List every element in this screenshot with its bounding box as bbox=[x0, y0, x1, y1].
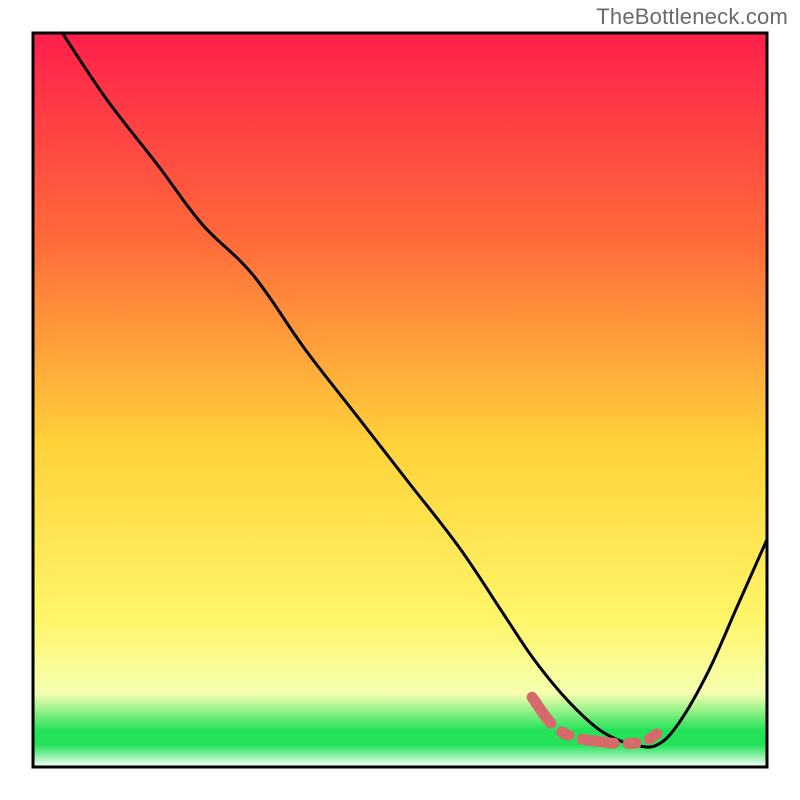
bottleneck-chart bbox=[0, 0, 800, 800]
plot-background bbox=[33, 33, 767, 767]
chart-stage: TheBottleneck.com bbox=[0, 0, 800, 800]
watermark-text: TheBottleneck.com bbox=[596, 4, 788, 30]
